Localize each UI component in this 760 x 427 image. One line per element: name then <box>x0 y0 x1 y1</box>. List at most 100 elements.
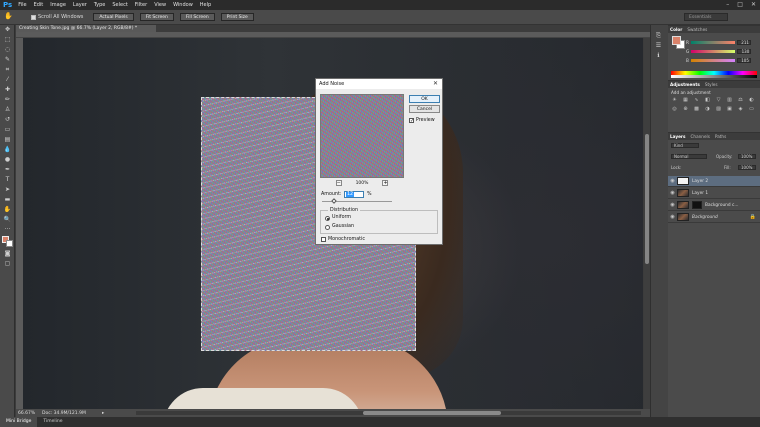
hue-saturation-icon[interactable]: ▥ <box>726 97 733 103</box>
amount-slider-knob[interactable] <box>331 198 337 204</box>
ok-button[interactable]: OK <box>409 95 440 103</box>
filter-preview[interactable] <box>320 94 404 178</box>
fill-value[interactable]: 100% <box>738 165 756 170</box>
hand-tool-icon[interactable]: ✋ <box>0 205 15 215</box>
maximize-icon[interactable]: □ <box>737 1 743 8</box>
vibrance-icon[interactable]: ▽ <box>715 97 722 103</box>
eraser-tool-icon[interactable]: ▭ <box>0 125 15 135</box>
channel-mixer-icon[interactable]: ⊕ <box>682 106 689 112</box>
tab-color[interactable]: Color <box>670 27 682 32</box>
brightness-contrast-icon[interactable]: ☀ <box>671 97 678 103</box>
document-tab[interactable]: Creating Skin Tone.jpg @ 66.7% (Layer 2,… <box>16 25 156 32</box>
amount-slider[interactable] <box>322 198 392 204</box>
workspace-select[interactable]: Essentials <box>684 13 728 21</box>
crop-tool-icon[interactable]: ⌗ <box>0 65 15 75</box>
tab-swatches[interactable]: Swatches <box>687 27 707 32</box>
blue-value[interactable]: 105 <box>736 57 751 63</box>
selective-color-icon[interactable]: ◈ <box>737 106 744 112</box>
layer-name[interactable]: Background <box>692 215 718 220</box>
dodge-tool-icon[interactable]: ● <box>0 155 15 165</box>
actual-pixels-button[interactable]: Actual Pixels <box>93 13 134 21</box>
status-arrow-icon[interactable]: ▸ <box>102 411 104 416</box>
tab-mini-bridge[interactable]: Mini Bridge <box>0 417 38 427</box>
info-panel-icon[interactable]: ℹ <box>651 51 666 61</box>
green-slider[interactable]: G 130 <box>686 48 756 54</box>
blue-slider[interactable]: B 105 <box>686 57 756 63</box>
move-tool-icon[interactable]: ✥ <box>0 25 15 35</box>
panel-foreground-swatch[interactable] <box>672 36 681 45</box>
layer-row[interactable]: ◉ Layer 1 <box>668 188 760 199</box>
blur-tool-icon[interactable]: 💧 <box>0 145 15 155</box>
menu-image[interactable]: Image <box>50 2 66 8</box>
tab-paths[interactable]: Paths <box>715 134 726 139</box>
history-panel-icon[interactable]: ⎘ <box>651 31 666 41</box>
layer-filter-kind[interactable]: Kind <box>671 143 699 148</box>
quick-select-tool-icon[interactable]: ✎ <box>0 55 15 65</box>
color-lookup-icon[interactable]: ▩ <box>693 106 700 112</box>
posterize-icon[interactable]: ▨ <box>715 106 722 112</box>
tab-adjustments[interactable]: Adjustments <box>670 82 700 87</box>
tab-timeline[interactable]: Timeline <box>37 417 68 427</box>
color-balance-icon[interactable]: ⚖ <box>737 97 744 103</box>
zoom-level[interactable]: 66.67% <box>18 411 42 416</box>
levels-icon[interactable]: ▦ <box>682 97 689 103</box>
brush-tool-icon[interactable]: ✏ <box>0 95 15 105</box>
zoom-tool-icon[interactable]: 🔍 <box>0 215 15 225</box>
menu-type[interactable]: Type <box>94 2 105 8</box>
type-tool-icon[interactable]: T <box>0 175 15 185</box>
history-brush-tool-icon[interactable]: ↺ <box>0 115 15 125</box>
layer-row[interactable]: ◉ Background 🔒 <box>668 212 760 223</box>
minimize-icon[interactable]: – <box>726 1 729 8</box>
photo-filter-icon[interactable]: ◎ <box>671 106 678 112</box>
vertical-scroll-thumb[interactable] <box>645 134 649 264</box>
marquee-tool-icon[interactable]: ⬚ <box>0 35 15 45</box>
scroll-all-windows-checkbox[interactable] <box>31 14 36 20</box>
properties-panel-icon[interactable]: ☰ <box>651 41 666 51</box>
menu-filter[interactable]: Filter <box>135 2 147 8</box>
close-window-icon[interactable]: ✕ <box>751 1 756 8</box>
opacity-value[interactable]: 100% <box>738 154 756 159</box>
fit-screen-button[interactable]: Fit Screen <box>139 13 174 21</box>
lasso-tool-icon[interactable]: ◌ <box>0 45 15 55</box>
horizontal-scrollbar[interactable] <box>136 411 641 415</box>
tab-styles[interactable]: Styles <box>705 82 718 87</box>
red-slider[interactable]: R 211 <box>686 39 756 45</box>
preview-checkbox[interactable]: ✓ <box>409 118 414 124</box>
horizontal-scroll-thumb[interactable] <box>363 411 501 415</box>
color-spectrum-ramp[interactable] <box>671 71 757 78</box>
layer-name[interactable]: Background c... <box>705 203 738 208</box>
threshold-icon[interactable]: ▣ <box>726 106 733 112</box>
green-value[interactable]: 130 <box>737 48 752 54</box>
amount-input[interactable]: 12 <box>344 191 364 198</box>
visibility-eye-icon[interactable]: ◉ <box>668 202 677 208</box>
zoom-in-icon[interactable]: + <box>382 180 389 186</box>
visibility-eye-icon[interactable]: ◉ <box>668 178 677 184</box>
layer-name[interactable]: Layer 2 <box>692 179 708 184</box>
gaussian-radio[interactable] <box>325 225 330 230</box>
more-tools-icon[interactable]: ··· <box>0 225 15 235</box>
healing-brush-tool-icon[interactable]: ✚ <box>0 85 15 95</box>
black-white-icon[interactable]: ◐ <box>748 97 755 103</box>
quick-mask-icon[interactable]: ◙ <box>0 249 15 259</box>
menu-select[interactable]: Select <box>112 2 127 8</box>
background-color-swatch[interactable] <box>6 240 13 247</box>
invert-icon[interactable]: ◑ <box>704 106 711 112</box>
color-swatches[interactable] <box>0 235 15 249</box>
tab-channels[interactable]: Channels <box>691 134 710 139</box>
layer-row[interactable]: ◉ Background c... <box>668 200 760 211</box>
uniform-radio[interactable] <box>325 216 330 221</box>
red-value[interactable]: 211 <box>736 39 751 45</box>
zoom-out-icon[interactable]: − <box>335 180 342 186</box>
screen-mode-icon[interactable]: ▢ <box>0 259 15 269</box>
exposure-icon[interactable]: ◧ <box>704 97 711 103</box>
layer-row[interactable]: ◉ Layer 2 <box>668 176 760 187</box>
curves-icon[interactable]: ∿ <box>693 97 700 103</box>
menu-help[interactable]: Help <box>200 2 211 8</box>
gradient-tool-icon[interactable]: ▤ <box>0 135 15 145</box>
close-icon[interactable]: ✕ <box>433 80 438 87</box>
eyedropper-tool-icon[interactable]: ⁄ <box>0 75 15 85</box>
menu-window[interactable]: Window <box>173 2 193 8</box>
shape-tool-icon[interactable]: ▬ <box>0 195 15 205</box>
pen-tool-icon[interactable]: ✒ <box>0 165 15 175</box>
menu-edit[interactable]: Edit <box>34 2 44 8</box>
